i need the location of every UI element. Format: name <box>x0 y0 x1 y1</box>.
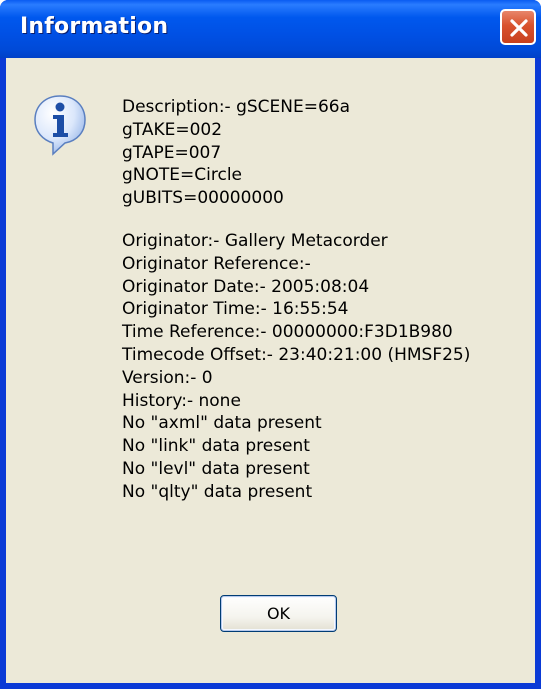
message-line: Originator Time:- 16:55:54 <box>122 299 349 320</box>
message-line: Time Reference:- 00000000:F3D1B980 <box>122 322 453 343</box>
dialog-body: Description:- gSCENE=66a gTAKE=002 gTAPE… <box>6 58 535 683</box>
information-icon <box>34 95 86 156</box>
message-line: History:- none <box>122 390 241 411</box>
close-button[interactable] <box>500 9 536 45</box>
message-line: Originator Date:- 2005:08:04 <box>122 276 370 297</box>
message-text: Description:- gSCENE=66a gTAKE=002 gTAPE… <box>122 96 470 504</box>
ok-button[interactable]: OK <box>220 595 337 632</box>
message-line: gTAPE=007 <box>122 142 222 163</box>
message-line: Timecode Offset:- 23:40:21:00 (HMSF25) <box>122 344 471 365</box>
message-line: Originator:- Gallery Metacorder <box>122 230 388 251</box>
message-line: gNOTE=Circle <box>122 165 242 186</box>
message-line: No "levl" data present <box>122 458 310 479</box>
message-line: Version:- 0 <box>122 367 213 388</box>
close-icon <box>510 19 528 37</box>
dialog-window: Information Description:- gSCENE=66a gTA… <box>0 0 541 689</box>
message-line: gTAKE=002 <box>122 119 223 140</box>
message-line: No "qlty" data present <box>122 481 313 502</box>
message-line: No "link" data present <box>122 436 310 457</box>
message-line: Description:- gSCENE=66a <box>122 97 351 117</box>
title-bar[interactable]: Information <box>0 0 541 58</box>
message-line: Originator Reference:- <box>122 253 311 274</box>
window-title: Information <box>20 14 169 39</box>
message-line: No "axml" data present <box>122 413 322 434</box>
message-line: gUBITS=00000000 <box>122 188 284 209</box>
